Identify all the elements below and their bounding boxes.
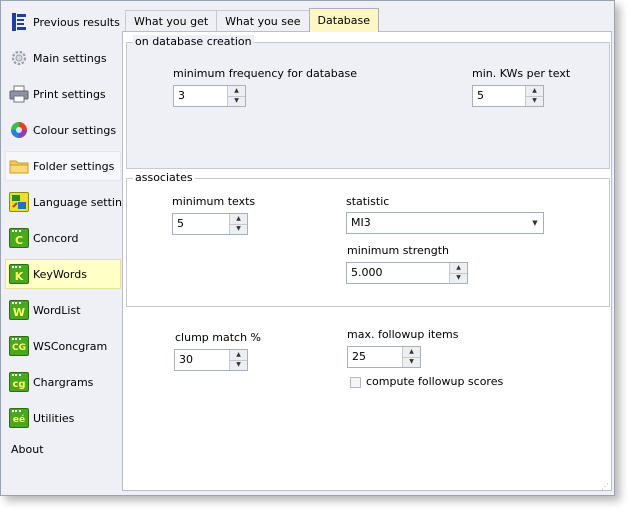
min-frequency-value: 3 [178, 89, 185, 102]
sidebar-item-label: Chargrams [33, 375, 94, 389]
min-strength-label: minimum strength [347, 244, 450, 257]
sidebar-item-concord[interactable]: C Concord [5, 223, 121, 253]
previous-results-icon [9, 12, 29, 32]
min-strength-value: 5.000 [351, 266, 383, 279]
tab-strip: What you get What you see Database [125, 8, 380, 32]
compute-followup-checkbox[interactable] [350, 377, 361, 388]
decrement-icon[interactable]: ▼ [450, 273, 467, 283]
statistic-label: statistic [346, 195, 390, 208]
clump-match-label: clump match % [175, 331, 262, 344]
increment-icon[interactable]: ▲ [228, 86, 245, 97]
min-frequency-stepper[interactable]: 3 ▲ ▼ [173, 85, 246, 107]
sidebar-item-colour-settings[interactable]: Colour settings [5, 115, 121, 145]
sidebar-item-language-settings[interactable]: Language settings [5, 187, 135, 217]
sidebar-item-label: Language settings [33, 195, 135, 209]
min-strength-stepper[interactable]: 5.000 ▲ ▼ [346, 262, 468, 284]
decrement-icon[interactable]: ▼ [228, 96, 245, 106]
statistic-select[interactable]: MI3 ▼ [346, 212, 544, 234]
group-title: associates [133, 171, 195, 185]
min-texts-stepper[interactable]: 5 ▲ ▼ [172, 213, 248, 235]
sidebar-item-label: Previous results [33, 15, 120, 29]
wsconcgram-icon: CG [9, 336, 29, 356]
max-followup-label: max. followup items [347, 328, 459, 341]
sidebar-item-keywords[interactable]: K KeyWords [5, 259, 121, 289]
sidebar-item-label: Concord [33, 231, 79, 245]
min-kws-value: 5 [477, 89, 484, 102]
clump-match-stepper[interactable]: 30 ▲ ▼ [174, 349, 248, 371]
chargrams-icon: cg [9, 372, 29, 392]
about-link[interactable]: About [11, 443, 44, 456]
increment-icon[interactable]: ▲ [230, 214, 247, 225]
sidebar-item-utilities[interactable]: eé Utilities [5, 403, 121, 433]
sidebar: Previous results Main settings Print set… [1, 1, 135, 495]
chevron-down-icon[interactable]: ▼ [527, 213, 543, 233]
decrement-icon[interactable]: ▼ [526, 96, 543, 106]
database-creation-group: on database creation minimum frequency f… [126, 35, 610, 169]
sidebar-item-wordlist[interactable]: W WordList [5, 295, 121, 325]
tab-what-you-see[interactable]: What you see [216, 10, 310, 32]
sidebar-item-label: WSConcgram [33, 339, 108, 353]
sidebar-item-label: Colour settings [33, 123, 117, 137]
max-followup-stepper[interactable]: 25 ▲ ▼ [347, 346, 421, 368]
folder-icon [9, 156, 29, 176]
tab-what-you-get[interactable]: What you get [125, 10, 218, 32]
increment-icon[interactable]: ▲ [230, 350, 247, 361]
sidebar-item-chargrams[interactable]: cg Chargrams [5, 367, 121, 397]
printer-icon [9, 84, 29, 104]
associates-group: associates minimum texts 5 ▲ ▼ statistic… [126, 171, 610, 307]
wordlist-icon: W [9, 300, 29, 320]
resize-grip-icon[interactable]: ⋰ [601, 482, 611, 492]
min-kws-stepper[interactable]: 5 ▲ ▼ [472, 85, 544, 107]
max-followup-value: 25 [352, 350, 366, 363]
colour-wheel-icon [9, 120, 29, 140]
decrement-icon[interactable]: ▼ [230, 360, 247, 370]
decrement-icon[interactable]: ▼ [230, 224, 247, 234]
gear-icon [9, 48, 29, 68]
sidebar-item-print-settings[interactable]: Print settings [5, 79, 121, 109]
sidebar-item-label: Print settings [33, 87, 106, 101]
sidebar-item-label: Folder settings [33, 159, 115, 173]
increment-icon[interactable]: ▲ [526, 86, 543, 97]
sidebar-item-folder-settings[interactable]: Folder settings [5, 151, 121, 181]
sidebar-item-label: WordList [33, 303, 81, 317]
sidebar-item-label: KeyWords [33, 267, 87, 281]
clump-match-value: 30 [179, 353, 193, 366]
utilities-icon: eé [9, 408, 29, 428]
increment-icon[interactable]: ▲ [403, 347, 420, 358]
sidebar-item-wsconcgram[interactable]: CG WSConcgram [5, 331, 121, 361]
decrement-icon[interactable]: ▼ [403, 357, 420, 367]
keywords-icon: K [9, 264, 29, 284]
min-kws-label: min. KWs per text [472, 67, 571, 80]
min-texts-label: minimum texts [172, 195, 256, 208]
min-frequency-label: minimum frequency for database [173, 67, 357, 80]
concord-icon: C [9, 228, 29, 248]
increment-icon[interactable]: ▲ [450, 263, 467, 274]
sidebar-item-label: Main settings [33, 51, 107, 65]
tab-database[interactable]: Database [308, 8, 380, 32]
compute-followup-label: compute followup scores [366, 375, 504, 388]
language-icon [9, 192, 29, 212]
group-title: on database creation [133, 35, 254, 49]
min-texts-value: 5 [177, 217, 184, 230]
settings-window: Previous results Main settings Print set… [0, 0, 615, 496]
database-tab-panel: on database creation minimum frequency f… [122, 31, 612, 491]
sidebar-item-previous-results[interactable]: Previous results [5, 7, 121, 37]
statistic-value: MI3 [351, 216, 371, 229]
sidebar-item-main-settings[interactable]: Main settings [5, 43, 121, 73]
settings-main: What you get What you see Database on da… [122, 8, 612, 491]
sidebar-item-label: Utilities [33, 411, 75, 425]
